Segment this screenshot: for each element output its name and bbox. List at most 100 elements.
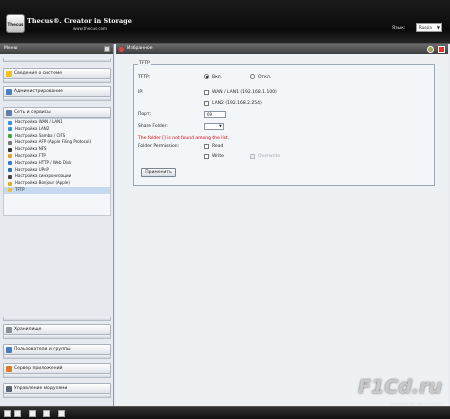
storage-icon [6,327,12,333]
network-icon [6,110,12,116]
item-label: Настройка AFP (Apple Filing Protocol) [15,139,92,145]
tftp-off-label: Откл. [258,75,272,80]
overwrite-checkbox[interactable] [250,154,255,159]
menu-title: Меню [4,46,18,51]
info-icon [6,71,12,77]
sidebar-item-nfs[interactable]: Настройка NFS [4,146,110,153]
port-input[interactable]: 69 [204,111,226,118]
gear-icon [6,386,12,392]
ip-lan2-checkbox[interactable] [204,101,209,106]
users-icon [6,347,12,353]
ip-lan2-label: LAN2 (192.168.2.254) [212,101,262,106]
sidebar-section-storage[interactable]: Хранилище [3,324,111,335]
share-folder-label: Share Folder: [138,124,168,129]
main-header-title: Избранное [127,46,153,51]
write-checkbox[interactable] [204,154,209,159]
reboot-icon[interactable] [29,410,36,417]
section-label: Сеть и сервисы [14,110,51,115]
section-label: Пользователи и группы [14,347,71,352]
watermark-logo: F1Cd.ru [358,376,442,398]
sidebar-spacer [3,58,111,62]
sidebar-item-upnp[interactable]: Настройка UPnP [4,167,110,174]
ip-wan-checkbox[interactable] [204,90,209,95]
sidebar-spacer [3,374,111,378]
language-label: Язык: [392,26,406,31]
item-label: Настройка UPnP [15,166,49,172]
port-label: Порт: [138,112,152,117]
language-value: Russia [419,25,432,30]
section-label: Администрирование [14,89,63,94]
sidebar-item-bonjour[interactable]: Настройка Bonjour (Apple) [4,180,110,187]
sidebar-item-ftp[interactable]: Настройка FTP [4,153,110,160]
sidebar-spacer [3,97,111,101]
read-label: Read [212,144,224,149]
sidebar-spacer [3,335,111,339]
read-checkbox[interactable] [204,144,209,149]
item-label: Настройка синхронизации [15,173,72,179]
tftp-icon [8,188,12,193]
power-icon[interactable] [14,410,21,417]
item-label: Настройка FTP [15,152,46,158]
tftp-on-label: Вкл. [212,75,223,80]
item-label: Настройка LAN2 [15,125,50,131]
brand-url: www.thecus.com [73,26,107,31]
section-label: Сервер приложений [14,366,63,371]
help-icon[interactable] [427,45,434,53]
sidebar-section-system-info[interactable]: Сведения о системе [3,68,111,79]
share-folder-select[interactable]: ▼ [204,123,224,130]
sidebar-item-tftp[interactable]: TFTP [4,186,110,194]
form-legend: TFTP [138,61,151,66]
section-label: Хранилище [14,327,42,332]
section-label: Управление модулями [14,386,68,391]
sidebar-item-lan2[interactable]: Настройка LAN2 [4,126,110,133]
section-label: Сведения о системе [14,71,63,76]
app-server-icon [6,366,12,372]
sidebar-item-samba[interactable]: Настройка Samba / CIFS [4,133,110,140]
item-label: Настройка Samba / CIFS [15,132,66,138]
apply-button[interactable]: Применить [141,168,176,177]
sidebar-item-afp[interactable]: Настройка AFP (Apple Filing Protocol) [4,139,110,146]
language-select[interactable]: Russia ▼ [416,23,442,32]
apple-icon [8,140,12,145]
tftp-on-radio[interactable] [204,74,209,79]
sidebar-item-wan-lan1[interactable]: Настройка WAN / LAN1 [4,119,110,126]
collapse-icon[interactable] [104,46,110,52]
sidebar-section-network-services[interactable]: Сеть и сервисы [3,107,111,118]
folder-permission-label: Folder Permission: [138,144,180,149]
sidebar-item-sync[interactable]: Настройка синхронизации [4,173,110,180]
sidebar-spacer [3,79,111,83]
sidebar-spacer [3,317,111,321]
monitor-icon[interactable] [43,410,50,417]
tftp-label: TFTP: [138,75,151,80]
logout-icon[interactable] [438,45,445,53]
samba-icon [8,134,12,139]
sidebar-item-http-webdisk[interactable]: Настройка HTTP / Web Disk [4,160,110,167]
item-label: TFTP [15,186,25,192]
item-label: Настройка Bonjour (Apple) [15,180,70,186]
menu-header: Меню [0,44,113,54]
overwrite-label: Overwrite [258,154,281,159]
tftp-form: TFTP TFTP: Вкл. Откл. IP: WAN / LAN1 (19… [133,61,435,186]
thecus-logo: Thecus [6,14,25,33]
ip-label: IP: [138,90,144,95]
sync-icon [8,174,12,179]
home-icon[interactable] [4,410,11,417]
tftp-off-radio[interactable] [250,74,255,79]
sidebar-section-users-groups[interactable]: Пользователи и группы [3,344,111,355]
bonjour-icon [8,181,12,186]
chevron-down-icon: ▼ [436,25,440,30]
sidebar-section-administration[interactable]: Администрирование [3,86,111,97]
app-footer [0,406,450,419]
main-panel: Избранное TFTP TFTP: Вкл. Откл. IP: WAN … [116,44,448,406]
favorites-icon [119,46,124,52]
network-services-list: Настройка WAN / LAN1 Настройка LAN2 Наст… [3,118,111,216]
sidebar-spacer [3,394,111,398]
sidebar: Меню Сведения о системе Администрировани… [0,44,114,406]
error-message: The folder [] is not found among the lis… [138,136,230,141]
sidebar-section-module-management[interactable]: Управление модулями [3,383,111,394]
globe-icon [8,161,12,166]
nfs-icon [8,147,12,152]
main-header: Избранное [116,44,448,54]
sidebar-section-app-server[interactable]: Сервер приложений [3,363,111,374]
network-status-icon[interactable] [58,410,65,417]
